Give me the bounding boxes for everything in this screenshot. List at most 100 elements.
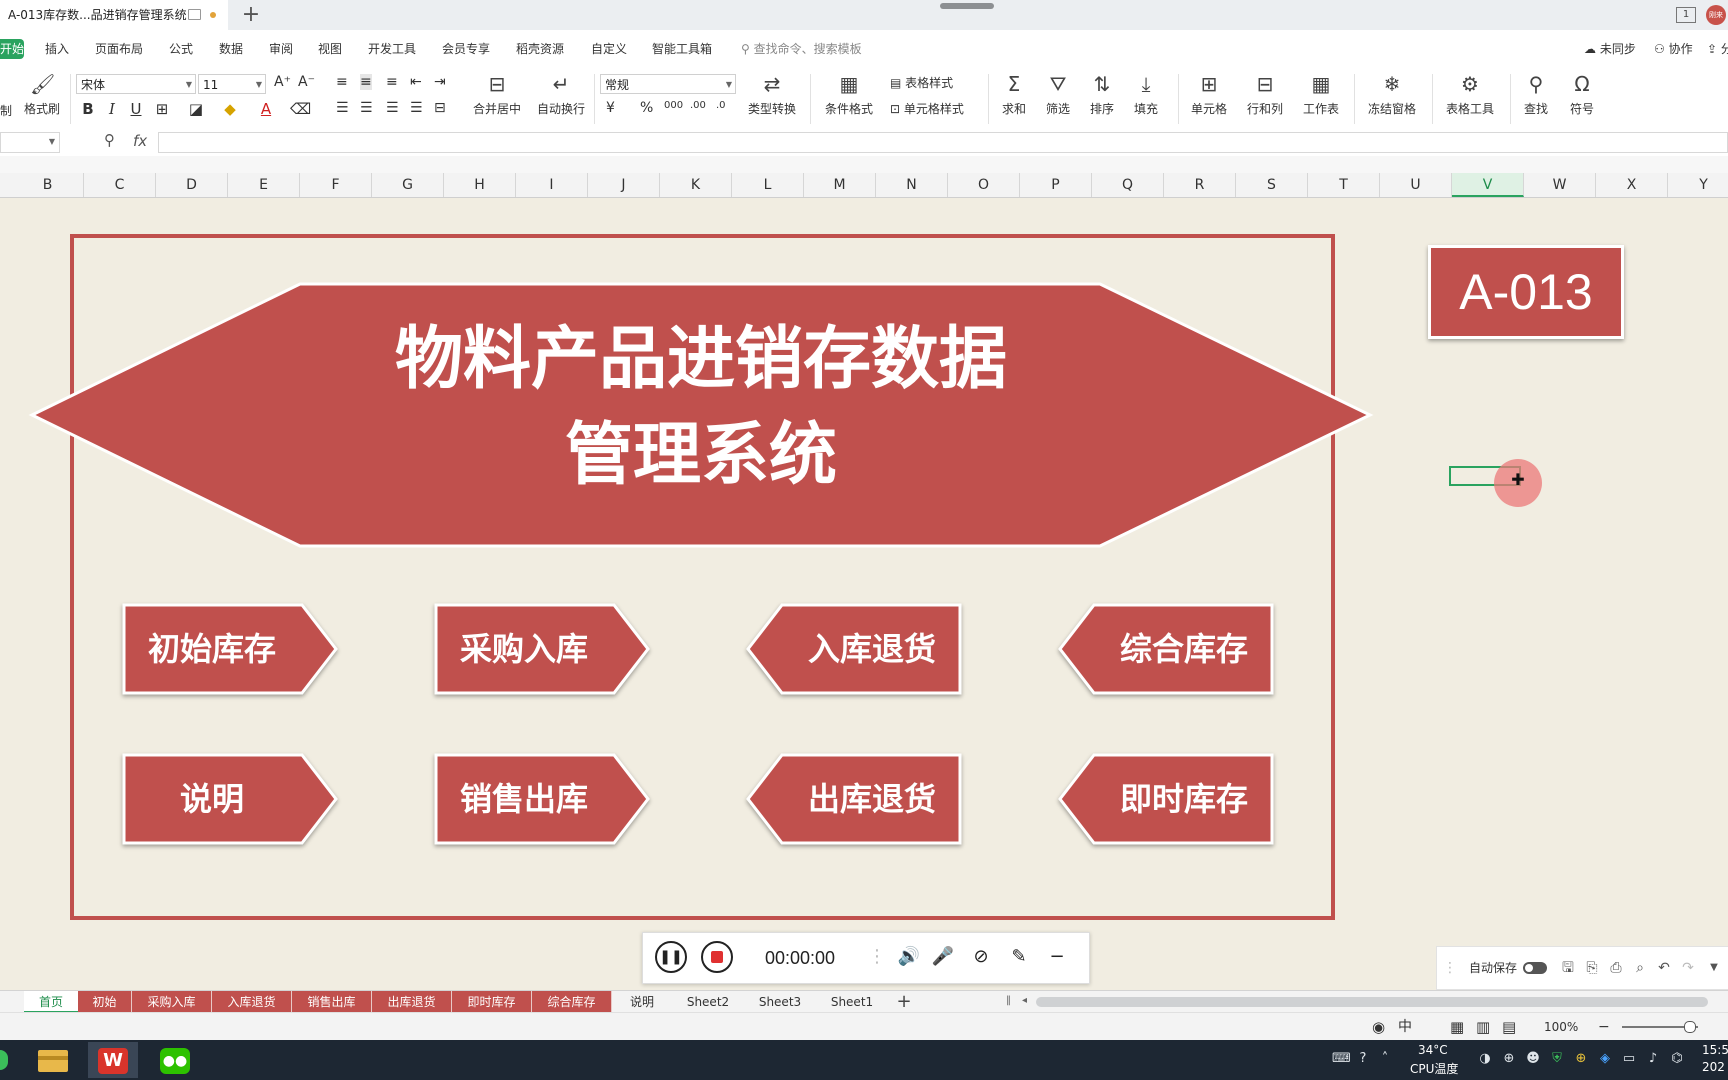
sheet-tab[interactable]: 入库退货 — [212, 991, 292, 1013]
horizontal-scrollbar[interactable] — [1036, 997, 1708, 1007]
paste-button[interactable]: 制 — [0, 102, 12, 119]
column-header-g[interactable]: G — [372, 173, 444, 197]
menu-insert[interactable]: 插入 — [45, 30, 69, 68]
print-icon[interactable]: ⎙ — [1607, 959, 1625, 977]
clear-format-icon[interactable]: ⌫ — [290, 98, 311, 120]
window-count-badge[interactable]: 1 — [1676, 7, 1696, 23]
nav-button-2[interactable]: 采购入库 — [434, 603, 650, 695]
column-header-k[interactable]: K — [660, 173, 732, 197]
print-preview-icon[interactable]: ⌕ — [1631, 959, 1649, 977]
security-icon[interactable]: ⛨ — [1548, 1050, 1566, 1068]
align-center-icon[interactable]: ☰ — [360, 100, 373, 116]
user-tray-icon[interactable]: ☻ — [1524, 1050, 1542, 1068]
zoom-icon[interactable]: ⚲ — [104, 131, 115, 149]
table-tools-button[interactable]: ⚙ 表格工具 — [1440, 72, 1500, 117]
sheet-tab[interactable]: 首页 — [24, 991, 78, 1013]
save-icon[interactable]: 🖫 — [1559, 959, 1577, 977]
new-tab-button[interactable]: + — [238, 2, 264, 28]
wechat-icon[interactable]: ●● — [150, 1042, 200, 1078]
align-top-icon[interactable]: ≡ — [336, 74, 348, 90]
nav-button-3[interactable]: 入库退货 — [746, 603, 962, 695]
row-col-button[interactable]: ⊟ 行和列 — [1242, 72, 1288, 117]
name-box[interactable]: ▼ — [0, 132, 60, 153]
chevron-down-icon[interactable]: ▼ — [1705, 959, 1723, 977]
share-button[interactable]: ⇪ 分 — [1707, 30, 1728, 68]
column-header-e[interactable]: E — [228, 173, 300, 197]
stop-button[interactable] — [701, 941, 733, 973]
align-middle-icon[interactable]: ≡ — [360, 74, 372, 90]
menu-review[interactable]: 审阅 — [269, 30, 293, 68]
collab-button[interactable]: ⚇ 协作 — [1654, 30, 1693, 68]
language-icon[interactable]: 中 — [1398, 1013, 1412, 1041]
sheet-tab[interactable]: Sheet3 — [744, 991, 816, 1013]
increase-font-icon[interactable]: A⁺ — [274, 74, 291, 90]
column-header-y[interactable]: Y — [1668, 173, 1728, 197]
sheet-tab[interactable]: Sheet1 — [816, 991, 888, 1013]
scroll-left-icon[interactable]: ◂ — [1022, 995, 1027, 1006]
export-icon[interactable]: ⎘ — [1583, 959, 1601, 977]
start-icon[interactable] — [0, 1050, 8, 1070]
pen-icon[interactable]: ✎ — [1007, 945, 1031, 969]
menu-view[interactable]: 视图 — [318, 30, 342, 68]
column-header-h[interactable]: H — [444, 173, 516, 197]
redo-icon[interactable]: ↷ — [1679, 959, 1697, 977]
font-name-select[interactable]: 宋体 ▼ — [76, 74, 196, 94]
volume-icon[interactable]: ♪ — [1644, 1050, 1662, 1068]
align-left-icon[interactable]: ☰ — [336, 100, 349, 116]
autosave-toggle[interactable] — [1523, 962, 1547, 974]
column-header-l[interactable]: L — [732, 173, 804, 197]
menu-data[interactable]: 数据 — [219, 30, 243, 68]
speaker-icon[interactable]: 🔊 — [897, 945, 921, 969]
nav-button-6[interactable]: 销售出库 — [434, 753, 650, 845]
drag-grip-icon[interactable]: ‖ — [1006, 995, 1011, 1006]
wechat-tray-icon[interactable]: ◑ — [1476, 1050, 1494, 1068]
percent-icon[interactable]: % — [640, 100, 653, 116]
underline-icon[interactable]: U — [126, 98, 146, 120]
justify-icon[interactable]: ☰ — [410, 100, 423, 116]
column-header-t[interactable]: T — [1308, 173, 1380, 197]
zoom-slider-knob[interactable] — [1684, 1021, 1696, 1033]
menu-smart-tools[interactable]: 智能工具箱 — [652, 30, 712, 68]
eye-protection-icon[interactable]: ◉ — [1372, 1013, 1385, 1041]
undo-icon[interactable]: ↶ — [1655, 959, 1673, 977]
sum-button[interactable]: Σ 求和 — [996, 72, 1032, 117]
sort-button[interactable]: ⇅ 排序 — [1084, 72, 1120, 117]
fill-color-icon[interactable]: ◆ — [220, 98, 240, 120]
display-icon[interactable]: ▭ — [1620, 1050, 1638, 1068]
page-layout-view-icon[interactable]: ▥ — [1476, 1013, 1490, 1041]
currency-icon[interactable]: ¥ — [606, 100, 615, 116]
sheet-tab[interactable]: 综合库存 — [532, 991, 612, 1013]
conditional-format-button[interactable]: ▦ 条件格式 — [820, 72, 878, 117]
menu-developer[interactable]: 开发工具 — [368, 30, 416, 68]
merge-center-button[interactable]: ⊟ 合并居中 — [466, 72, 528, 117]
wrap-text-button[interactable]: ↵ 自动换行 — [534, 72, 588, 117]
page-break-view-icon[interactable]: ▤ — [1502, 1013, 1516, 1041]
column-header-v[interactable]: V — [1452, 173, 1524, 197]
column-header-m[interactable]: M — [804, 173, 876, 197]
type-convert-button[interactable]: ⇄ 类型转换 — [742, 72, 802, 117]
add-sheet-button[interactable]: + — [894, 991, 914, 1013]
fill-style-icon[interactable]: ◪ — [186, 98, 206, 120]
column-header-f[interactable]: F — [300, 173, 372, 197]
file-explorer-icon[interactable] — [28, 1042, 78, 1078]
drag-grip-icon[interactable]: ⋮ — [1441, 959, 1459, 977]
camera-off-icon[interactable]: ⊘ — [969, 945, 993, 969]
symbol-button[interactable]: Ω 符号 — [1564, 72, 1600, 117]
sheet-tab[interactable]: 销售出库 — [292, 991, 372, 1013]
column-header-o[interactable]: O — [948, 173, 1020, 197]
nav-button-7[interactable]: 出库退货 — [746, 753, 962, 845]
column-header-j[interactable]: J — [588, 173, 660, 197]
sync-status[interactable]: ☁ 未同步 — [1584, 30, 1636, 68]
pause-button[interactable]: ❚❚ — [655, 941, 687, 973]
column-header-s[interactable]: S — [1236, 173, 1308, 197]
ime-icon[interactable]: ⌬ — [1668, 1050, 1686, 1068]
minimize-icon[interactable]: − — [1045, 945, 1069, 969]
menu-start-tab[interactable]: 开始 — [0, 39, 24, 59]
column-header-n[interactable]: N — [876, 173, 948, 197]
format-painter-button[interactable]: 🖌 格式刷 — [20, 72, 64, 117]
column-header-i[interactable]: I — [516, 173, 588, 197]
drag-grip-icon[interactable]: ⋮ — [865, 945, 889, 969]
column-header-x[interactable]: X — [1596, 173, 1668, 197]
fill-button[interactable]: ⤓ 填充 — [1128, 72, 1164, 117]
distribute-icon[interactable]: ⊟ — [434, 100, 446, 116]
